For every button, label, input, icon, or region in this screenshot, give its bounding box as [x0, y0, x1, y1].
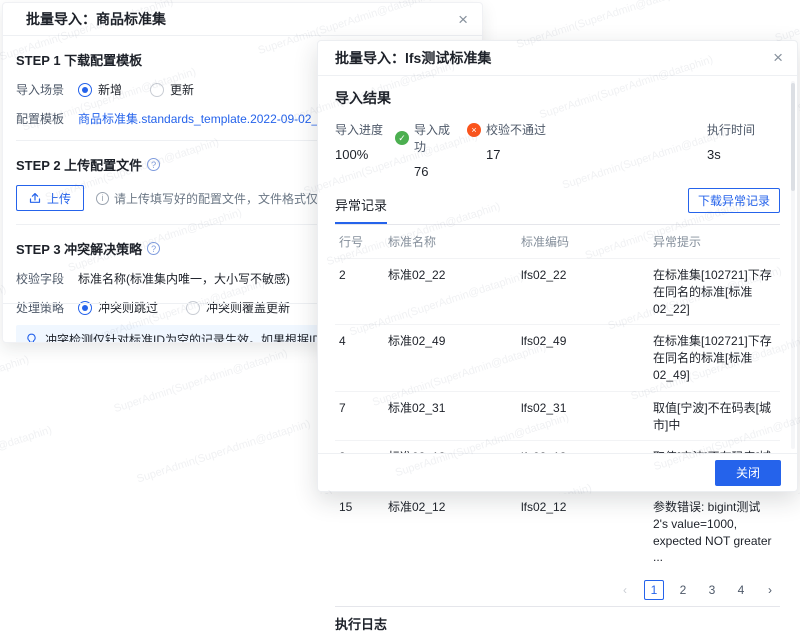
check-field-label: 校验字段 [16, 270, 64, 287]
radio-checked-icon[interactable] [78, 83, 92, 97]
step1-title-text: STEP 1 下载配置模板 [16, 50, 142, 69]
pagination-page-4[interactable]: 4 [731, 580, 751, 600]
bulb-icon [25, 333, 38, 343]
stat-fail-label: 校验不通过 [486, 121, 546, 138]
pagination-prev-icon[interactable]: ‹ [615, 580, 635, 600]
cell-row-no: 7 [335, 391, 384, 441]
import-stats: 导入进度 100% ✓ 导入成功 76 × 校验不通过 17 执行时间 3s [335, 121, 780, 179]
cell-code: lfs02_31 [517, 391, 649, 441]
scrollbar-thumb[interactable] [791, 83, 795, 191]
stat-time-label: 执行时间 [707, 121, 780, 138]
col-header-error: 异常提示 [649, 225, 780, 259]
modal-header: 批量导入：商品标准集 × [3, 3, 482, 36]
result-section-title: 导入结果 [335, 88, 780, 108]
table-row: 4 标准02_49 lfs02_49 在标准集[102721]下存在同名的标准[… [335, 325, 780, 391]
cell-code: lfs02_12 [517, 490, 649, 573]
stat-success-label: 导入成功 [414, 121, 457, 155]
cell-code: lfs02_22 [517, 259, 649, 325]
cell-row-no: 4 [335, 325, 384, 391]
help-icon[interactable]: ? [147, 242, 160, 255]
modal-footer: 关闭 [318, 453, 797, 491]
cell-name: 标准02_22 [384, 259, 517, 325]
col-header-code: 标准编码 [517, 225, 649, 259]
table-row: 7 标准02_31 lfs02_31 取值[宁波]不在码表[城市]中 [335, 391, 780, 441]
stat-fail: × 校验不通过 17 [467, 121, 553, 179]
help-icon[interactable]: ? [147, 158, 160, 171]
radio-unchecked-icon[interactable] [150, 83, 164, 97]
cell-error: 在标准集[102721]下存在同名的标准[标准02_22] [649, 259, 780, 325]
scene-label: 导入场景 [16, 81, 64, 98]
close-icon[interactable]: × [458, 11, 468, 28]
modal-header: 批量导入：lfs测试标准集 × [318, 41, 797, 76]
pagination-next-icon[interactable]: › [760, 580, 780, 600]
info-icon: i [96, 192, 109, 205]
cell-code: lfs02_49 [517, 325, 649, 391]
strategy-label: 处理策略 [16, 299, 64, 316]
radio-skip-label: 冲突则跳过 [98, 299, 158, 316]
close-button[interactable]: 关闭 [715, 460, 781, 486]
fail-cross-icon: × [467, 123, 481, 137]
cell-error: 在标准集[102721]下存在同名的标准[标准02_49] [649, 325, 780, 391]
upload-button[interactable]: 上传 [16, 185, 84, 211]
stat-progress-value: 100% [335, 147, 383, 162]
step2-title-text: STEP 2 上传配置文件 [16, 155, 142, 174]
import-result-modal: 批量导入：lfs测试标准集 × 导入结果 导入进度 100% ✓ 导入成功 76… [317, 40, 798, 492]
success-check-icon: ✓ [395, 131, 409, 145]
radio-option-overwrite[interactable]: 冲突则覆盖更新 [186, 299, 290, 316]
table-header-row: 行号 标准名称 标准编码 异常提示 [335, 225, 780, 259]
upload-button-label: 上传 [47, 190, 71, 207]
stat-progress: 导入进度 100% [335, 121, 383, 179]
stat-time-value: 3s [707, 147, 780, 162]
stat-time: 执行时间 3s [707, 121, 780, 179]
tab-exception-records[interactable]: 异常记录 [335, 195, 387, 224]
table-row: 15 标准02_12 lfs02_12 参数错误: bigint测试2's va… [335, 490, 780, 573]
col-header-row-no: 行号 [335, 225, 384, 259]
template-label: 配置模板 [16, 110, 64, 127]
check-field-value: 标准名称(标准集内唯一，大小写不敏感) [78, 270, 290, 287]
download-records-button[interactable]: 下载异常记录 [688, 188, 780, 213]
radio-update-label: 更新 [170, 81, 194, 98]
cell-error: 取值[宁波]不在码表[城市]中 [649, 391, 780, 441]
close-icon[interactable]: × [773, 49, 783, 66]
stat-success: ✓ 导入成功 76 [395, 121, 457, 179]
exception-table: 行号 标准名称 标准编码 异常提示 2 标准02_22 lfs02_22 在标准… [335, 225, 780, 573]
modal-title: 批量导入：lfs测试标准集 [335, 48, 491, 68]
cell-name: 标准02_31 [384, 391, 517, 441]
table-row: 2 标准02_22 lfs02_22 在标准集[102721]下存在同名的标准[… [335, 259, 780, 325]
radio-option-skip[interactable]: 冲突则跳过 [78, 299, 158, 316]
cell-name: 标准02_12 [384, 490, 517, 573]
pagination-page-3[interactable]: 3 [702, 580, 722, 600]
stat-progress-label: 导入进度 [335, 121, 383, 138]
cell-row-no: 15 [335, 490, 384, 573]
stat-fail-value: 17 [467, 147, 553, 162]
cell-row-no: 2 [335, 259, 384, 325]
tabs-row: 异常记录 下载异常记录 [335, 195, 780, 225]
pagination-page-2[interactable]: 2 [673, 580, 693, 600]
col-header-name: 标准名称 [384, 225, 517, 259]
divider [335, 606, 780, 607]
modal-body: 导入结果 导入进度 100% ✓ 导入成功 76 × 校验不通过 17 [318, 88, 797, 633]
radio-option-update[interactable]: 更新 [150, 81, 194, 98]
pagination-page-1[interactable]: 1 [644, 580, 664, 600]
cell-name: 标准02_49 [384, 325, 517, 391]
modal-title: 批量导入：商品标准集 [26, 9, 166, 29]
radio-overwrite-label: 冲突则覆盖更新 [206, 299, 290, 316]
pagination: ‹ 1 2 3 4 › [335, 580, 780, 600]
cell-error: 参数错误: bigint测试2's value=1000, expected N… [649, 490, 780, 573]
log-section-title: 执行日志 [335, 614, 780, 633]
upload-icon [29, 192, 41, 204]
radio-add-label: 新增 [98, 81, 122, 98]
radio-option-add[interactable]: 新增 [78, 81, 122, 98]
step3-title-text: STEP 3 冲突解决策略 [16, 239, 142, 258]
stat-success-value: 76 [395, 164, 457, 179]
